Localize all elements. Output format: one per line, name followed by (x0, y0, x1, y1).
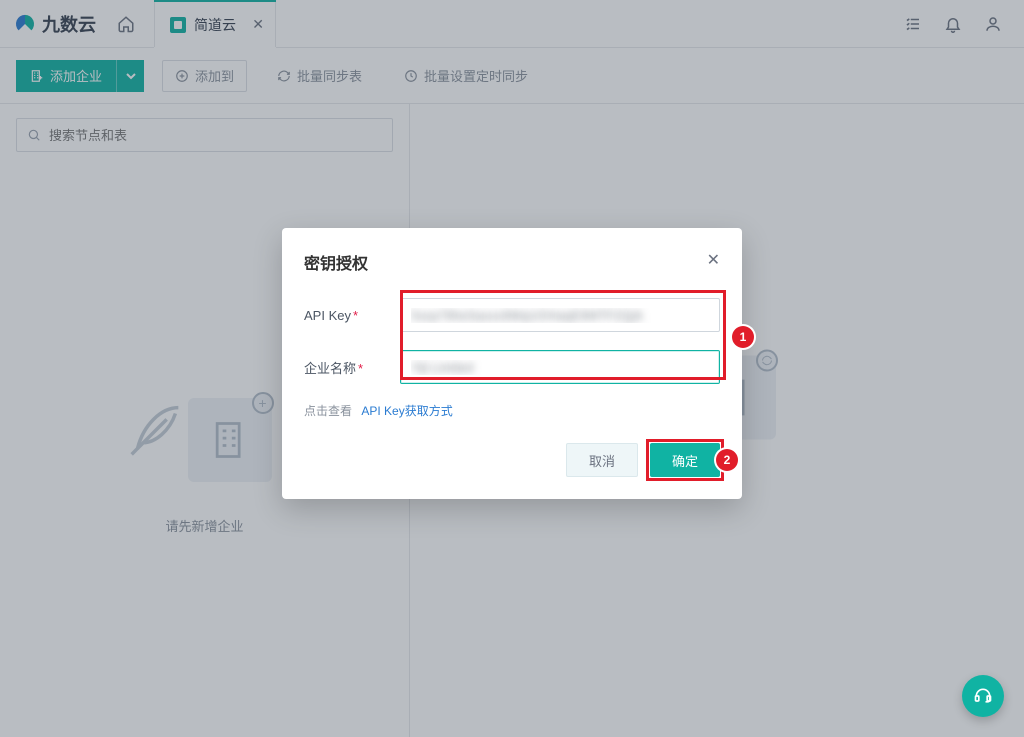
confirm-wrap: 确定 (650, 443, 720, 477)
enterprise-name-label: 企业名称* (304, 358, 400, 377)
confirm-button[interactable]: 确定 (650, 443, 720, 477)
help-chat-fab[interactable] (962, 675, 1004, 717)
annotation-badge-1: 1 (732, 326, 754, 348)
annotation-badge-2: 2 (716, 449, 738, 471)
api-key-help-link[interactable]: API Key获取方式 (361, 404, 452, 418)
dialog-title: 密钥授权 (304, 250, 720, 274)
api-key-input[interactable] (400, 298, 720, 332)
help-text: 点击查看 (304, 404, 352, 418)
headset-icon (973, 686, 993, 706)
enterprise-name-input[interactable] (400, 350, 720, 384)
api-key-row: API Key* (304, 298, 720, 332)
enterprise-name-row: 企业名称* (304, 350, 720, 384)
modal-overlay: 密钥授权 ✕ 1 API Key* 企业名称* 点击查看 API Key获取方式… (0, 0, 1024, 737)
dialog-form: 1 API Key* 企业名称* 点击查看 API Key获取方式 (304, 298, 720, 419)
dialog-footer: 取消 确定 2 (304, 443, 720, 477)
help-row: 点击查看 API Key获取方式 (304, 402, 720, 419)
cancel-button[interactable]: 取消 (566, 443, 638, 477)
key-auth-dialog: 密钥授权 ✕ 1 API Key* 企业名称* 点击查看 API Key获取方式… (282, 228, 742, 499)
api-key-label: API Key* (304, 308, 400, 323)
dialog-close-button[interactable]: ✕ (707, 250, 720, 270)
